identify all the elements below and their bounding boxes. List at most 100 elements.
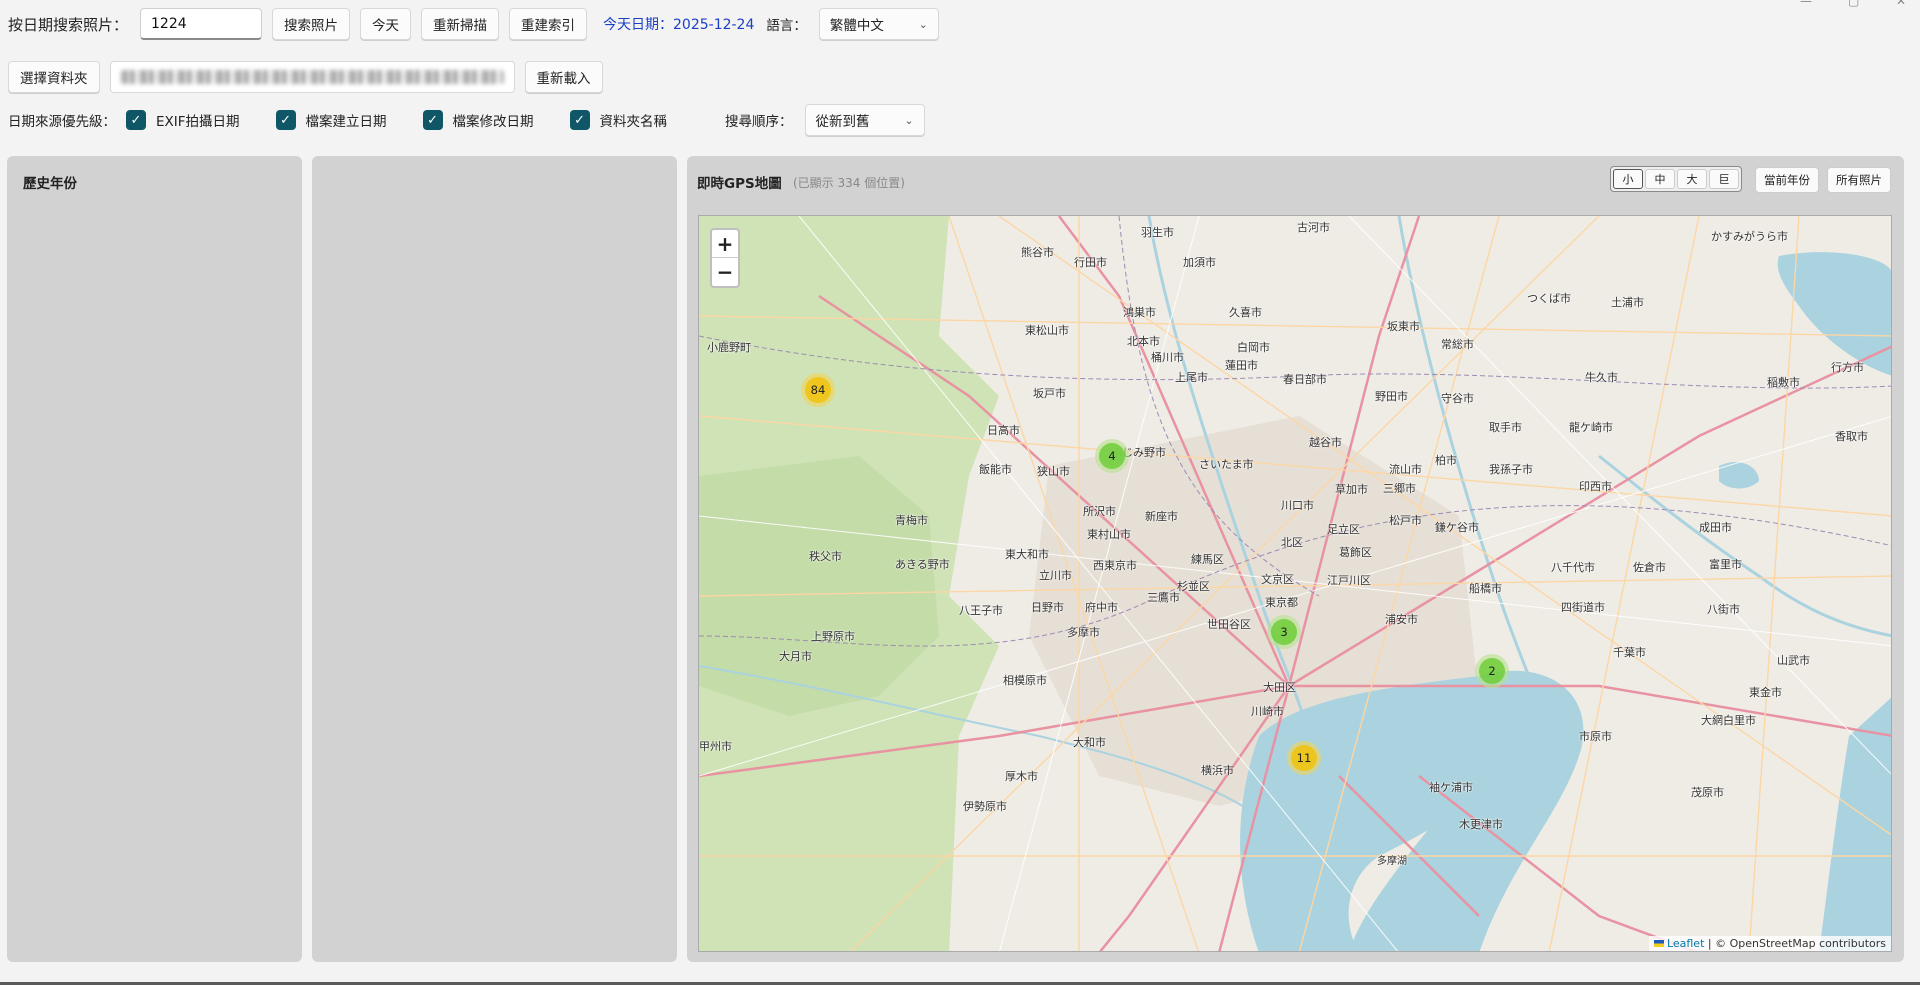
today-button[interactable]: 今天 bbox=[360, 8, 412, 40]
minimize-icon[interactable]: — bbox=[1800, 0, 1812, 8]
map-label: 鴻巣市 bbox=[1123, 306, 1156, 319]
map-label: 印西市 bbox=[1579, 480, 1612, 493]
search-photos-button[interactable]: 搜索照片 bbox=[272, 8, 351, 40]
map-label: 葛飾区 bbox=[1339, 546, 1372, 559]
size-large-button[interactable]: 大 bbox=[1677, 169, 1707, 189]
folder-toolbar: 選擇資料夾 重新載入 bbox=[8, 61, 1920, 93]
map-label: 三鷹市 bbox=[1147, 591, 1180, 604]
language-select[interactable]: 繁體中文 ⌄ bbox=[818, 8, 939, 40]
gps-map-panel: 即時GPS地圖 (已顯示 334 個位置) 小 中 大 巨 當前年份 所有照片 bbox=[687, 156, 1904, 962]
map-label: 三郷市 bbox=[1383, 482, 1416, 495]
current-year-button[interactable]: 當前年份 bbox=[1755, 167, 1819, 193]
map-label: 行田市 bbox=[1074, 256, 1107, 269]
map-label: 八千代市 bbox=[1551, 561, 1595, 574]
source-exif-checkbox[interactable]: ✓ EXIF拍攝日期 bbox=[116, 110, 240, 130]
map-canvas[interactable]: 古河市 羽生市 加須市 熊谷市 行田市 鴻巣市 久喜市 東松山市 北本市 白岡市… bbox=[698, 215, 1892, 952]
map-label: 東金市 bbox=[1749, 686, 1782, 699]
maximize-icon[interactable]: ▢ bbox=[1848, 0, 1859, 8]
map-label: 桶川市 bbox=[1151, 351, 1184, 364]
folder-path-field[interactable] bbox=[109, 61, 515, 93]
reindex-button[interactable]: 重建索引 bbox=[509, 8, 588, 40]
source-created-label: 檔案建立日期 bbox=[305, 114, 387, 130]
photo-cluster-marker[interactable]: 2 bbox=[1475, 654, 1509, 688]
map-label: 常総市 bbox=[1441, 338, 1474, 351]
language-label: 語言： bbox=[766, 18, 807, 34]
redacted-path bbox=[120, 70, 504, 84]
photo-cluster-marker[interactable]: 11 bbox=[1287, 741, 1321, 775]
map-label: 稲敷市 bbox=[1767, 376, 1800, 389]
zoom-in-button[interactable]: + bbox=[712, 230, 738, 258]
map-tiles bbox=[699, 216, 1891, 951]
search-toolbar: 按日期搜索照片： 搜索照片 今天 重新掃描 重建索引 今天日期：2025-12-… bbox=[8, 8, 1920, 40]
order-select[interactable]: 從新到舊 ⌄ bbox=[804, 104, 925, 136]
map-label: 野田市 bbox=[1375, 390, 1408, 403]
map-label: 立川市 bbox=[1039, 569, 1072, 582]
map-label: 草加市 bbox=[1335, 483, 1368, 496]
date-source-row: 日期來源優先級： ✓ EXIF拍攝日期 ✓ 檔案建立日期 ✓ 檔案修改日期 ✓ … bbox=[8, 104, 1920, 136]
map-label: 所沢市 bbox=[1083, 505, 1116, 518]
map-label: さいたま市 bbox=[1199, 458, 1254, 471]
size-medium-button[interactable]: 中 bbox=[1645, 169, 1675, 189]
map-label: 坂東市 bbox=[1387, 320, 1420, 333]
map-title: 即時GPS地圖 bbox=[697, 176, 782, 192]
map-label: 四街道市 bbox=[1561, 601, 1605, 614]
date-input[interactable] bbox=[140, 8, 263, 40]
map-label: 足立区 bbox=[1327, 523, 1360, 536]
map-label: 流山市 bbox=[1389, 463, 1422, 476]
rescan-button[interactable]: 重新掃描 bbox=[421, 8, 500, 40]
photo-cluster-marker[interactable]: 3 bbox=[1267, 615, 1301, 649]
map-label: 古河市 bbox=[1297, 221, 1330, 234]
history-years-panel: 歷史年份 bbox=[7, 156, 302, 962]
search-label: 按日期搜索照片： bbox=[8, 15, 129, 34]
map-label: 横浜市 bbox=[1201, 764, 1234, 777]
chevron-down-icon: ⌄ bbox=[918, 17, 928, 31]
map-label: 守谷市 bbox=[1441, 392, 1474, 405]
source-modified-label: 檔案修改日期 bbox=[452, 114, 534, 130]
source-folder-label: 資料夾名稱 bbox=[599, 114, 668, 130]
checkmark-icon: ✓ bbox=[275, 110, 296, 130]
map-label: 府中市 bbox=[1085, 601, 1118, 614]
map-label: 坂戸市 bbox=[1033, 387, 1066, 400]
reload-button[interactable]: 重新載入 bbox=[524, 61, 603, 93]
map-label: 大和市 bbox=[1073, 736, 1106, 749]
map-label: 牛久市 bbox=[1585, 371, 1618, 384]
photo-cluster-marker[interactable]: 84 bbox=[801, 373, 835, 407]
photo-list-panel bbox=[312, 156, 677, 962]
today-date: 今天日期：2025-12-24 bbox=[603, 17, 755, 33]
all-photos-button[interactable]: 所有照片 bbox=[1827, 167, 1891, 193]
map-label: 熊谷市 bbox=[1021, 246, 1054, 259]
map-label: 厚木市 bbox=[1005, 770, 1038, 783]
photo-cluster-marker[interactable]: 4 bbox=[1095, 439, 1129, 473]
size-small-button[interactable]: 小 bbox=[1613, 169, 1643, 189]
map-label: 龍ケ崎市 bbox=[1569, 421, 1613, 434]
map-label: 鎌ケ谷市 bbox=[1435, 521, 1479, 534]
order-label: 搜尋順序： bbox=[725, 114, 793, 130]
leaflet-link[interactable]: Leaflet bbox=[1667, 937, 1704, 950]
source-modified-checkbox[interactable]: ✓ 檔案修改日期 bbox=[413, 110, 534, 130]
map-label: かすみがうら市 bbox=[1711, 230, 1788, 243]
map-label: 上尾市 bbox=[1175, 371, 1208, 384]
size-huge-button[interactable]: 巨 bbox=[1709, 169, 1739, 189]
choose-folder-button[interactable]: 選擇資料夾 bbox=[8, 61, 100, 93]
source-folder-checkbox[interactable]: ✓ 資料夾名稱 bbox=[560, 110, 668, 130]
map-label: 北区 bbox=[1281, 536, 1303, 549]
map-label: 土浦市 bbox=[1611, 296, 1644, 309]
map-label: 東松山市 bbox=[1025, 324, 1069, 337]
map-label: 山武市 bbox=[1777, 654, 1810, 667]
close-icon[interactable]: ✕ bbox=[1896, 0, 1906, 8]
zoom-out-button[interactable]: − bbox=[712, 258, 738, 286]
source-exif-label: EXIF拍攝日期 bbox=[156, 114, 240, 130]
map-label: 船橋市 bbox=[1469, 582, 1502, 595]
checkmark-icon: ✓ bbox=[422, 110, 443, 130]
map-label: 伊勢原市 bbox=[963, 800, 1007, 813]
map-label: 袖ケ浦市 bbox=[1429, 781, 1473, 794]
map-label: 甲州市 bbox=[699, 740, 732, 753]
map-label: 取手市 bbox=[1489, 421, 1522, 434]
map-count: (已顯示 334 個位置) bbox=[793, 176, 905, 190]
map-label: 行方市 bbox=[1831, 361, 1864, 374]
map-label: 木更津市 bbox=[1459, 818, 1503, 831]
map-label: 練馬区 bbox=[1191, 553, 1224, 566]
source-created-checkbox[interactable]: ✓ 檔案建立日期 bbox=[266, 110, 387, 130]
map-label: 西東京市 bbox=[1093, 559, 1137, 572]
flag-icon bbox=[1653, 940, 1664, 947]
